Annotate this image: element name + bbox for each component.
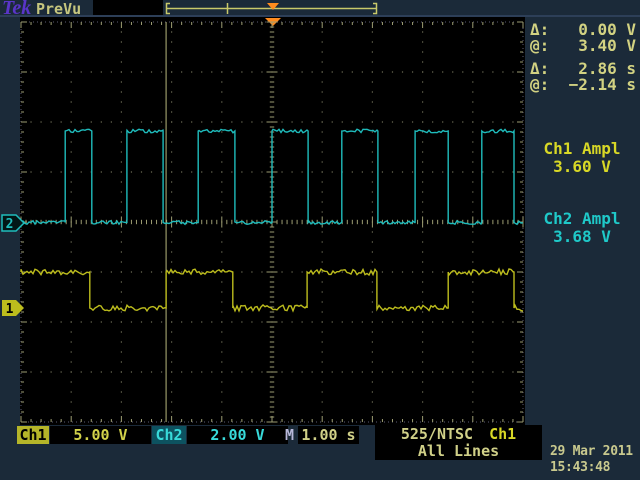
record-trigger-position-icon [267,3,279,10]
ch2-amplitude-measurement: Ch2 Ampl 3.68 V [526,210,638,246]
main-timebase-label: M [282,426,297,444]
top-separator [0,15,640,17]
trigger-source: Ch1 [489,426,516,443]
ch1-channel-badge: Ch1 [17,426,49,444]
tek-logo: Tek [2,0,31,20]
trigger-video-mode: All Lines [375,443,542,460]
ch2-waveform [21,129,523,224]
cursor-at-voltage-row: @: 3.40 V [530,38,636,54]
at-icon: @: [530,77,549,93]
ch2-measurement-label: Ch2 Ampl [526,210,638,228]
ch2-volts-per-div: 2.00 V [187,426,288,444]
cursor-at-voltage-value: 3.40 V [578,38,636,54]
ch1-volts-per-div: 5.00 V [50,426,151,444]
ch1-measurement-value: 3.60 V [526,158,638,176]
datetime-readout: 29 Mar 2011 15:43:48 [550,444,640,476]
ch2-measurement-value: 3.68 V [526,228,638,246]
ch2-channel-badge: Ch2 [152,426,186,444]
trigger-video-standard: 525/NTSC [401,426,473,443]
graticule-background [20,17,525,425]
channel-2-marker-label: 2 [6,217,14,232]
date-value: 29 Mar 2011 [550,444,640,460]
record-right-bracket [373,4,377,14]
time-value: 15:43:48 [550,460,640,476]
ch1-amplitude-measurement: Ch1 Ampl 3.60 V [526,140,638,176]
at-icon: @: [530,38,549,54]
record-left-bracket [167,4,171,14]
message-box [93,0,163,15]
cursor-at-time-value: −2.14 s [569,77,636,93]
channel-1-ground-marker [2,300,24,316]
channel-2-ground-marker [2,215,24,231]
channel-1-marker-label: 1 [6,302,14,317]
ch1-measurement-label: Ch1 Ampl [526,140,638,158]
trigger-readout-box: 525/NTSC Ch1 All Lines [375,425,542,460]
oscilloscope-screen: Tek PreVu 21 Δ: 0.00 V @: 3.40 V Δ: 2.86… [0,0,640,480]
cursor-at-time-row: @: −2.14 s [530,77,636,93]
record-view-bar [166,3,377,14]
main-timebase-value: 1.00 s [298,426,359,444]
trigger-position-icon [265,18,281,26]
ch1-waveform [21,269,523,311]
graticule-border [21,22,523,422]
